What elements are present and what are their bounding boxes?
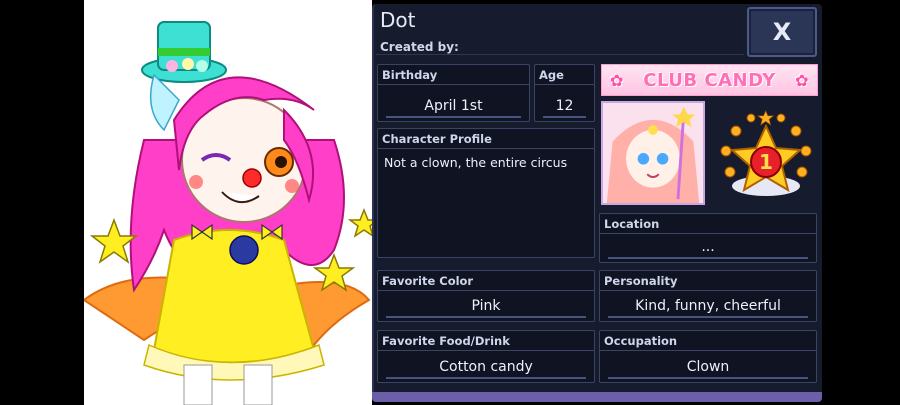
occupation-value: Clown — [686, 359, 730, 375]
value-underline — [386, 316, 586, 318]
label-divider — [600, 233, 816, 234]
birthday-label: Birthday — [382, 68, 438, 82]
flower-icon: ✿ — [610, 71, 624, 90]
header-divider — [376, 54, 744, 55]
birthday-value: April 1st — [424, 98, 483, 114]
rank-badge: 1 — [720, 110, 812, 196]
favorite-color-field[interactable]: Favorite Color Pink — [377, 270, 595, 322]
location-field[interactable]: Location ... — [599, 213, 817, 263]
location-label: Location — [604, 217, 660, 231]
label-divider — [378, 148, 594, 149]
personality-value: Kind, funny, cheerful — [635, 298, 781, 314]
label-divider — [378, 350, 594, 351]
panel-bottom-bar — [372, 392, 822, 402]
label-divider — [535, 84, 594, 85]
club-name: CLUB CANDY — [643, 69, 776, 91]
close-button[interactable]: X — [747, 7, 817, 57]
personality-field[interactable]: Personality Kind, funny, cheerful — [599, 270, 817, 322]
club-banner[interactable]: ✿ CLUB CANDY ✿ — [601, 64, 818, 96]
club-avatar-image — [603, 103, 703, 203]
birthday-field[interactable]: Birthday April 1st — [377, 64, 530, 122]
label-divider — [378, 84, 529, 85]
value-underline — [386, 377, 586, 379]
character-profile-field[interactable]: Character Profile Not a clown, the entir… — [377, 128, 595, 258]
age-field[interactable]: Age 12 — [534, 64, 595, 122]
location-value: ... — [701, 239, 715, 255]
club-avatar[interactable] — [601, 101, 705, 205]
favorite-color-value: Pink — [471, 298, 501, 314]
favorite-food-label: Favorite Food/Drink — [382, 334, 510, 348]
value-underline — [608, 257, 808, 259]
character-profile-text: Not a clown, the entire circus — [384, 155, 568, 170]
favorite-food-value: Cotton candy — [439, 359, 533, 375]
occupation-field[interactable]: Occupation Clown — [599, 330, 817, 383]
age-value: 12 — [555, 98, 574, 114]
personality-label: Personality — [604, 274, 678, 288]
occupation-label: Occupation — [604, 334, 678, 348]
value-underline — [608, 316, 808, 318]
rank-number: 1 — [759, 150, 773, 174]
value-underline — [543, 116, 586, 118]
label-divider — [600, 350, 816, 351]
label-divider — [378, 290, 594, 291]
favorite-color-label: Favorite Color — [382, 274, 474, 288]
character-illustration — [84, 21, 372, 405]
age-label: Age — [539, 68, 564, 82]
created-by-label: Created by: — [380, 40, 459, 54]
favorite-food-field[interactable]: Favorite Food/Drink Cotton candy — [377, 330, 595, 383]
character-profile-label: Character Profile — [382, 132, 492, 146]
character-art — [84, 0, 372, 405]
value-underline — [386, 116, 521, 118]
flower-icon: ✿ — [795, 71, 809, 90]
character-name: Dot — [380, 8, 416, 32]
label-divider — [600, 290, 816, 291]
value-underline — [608, 377, 808, 379]
